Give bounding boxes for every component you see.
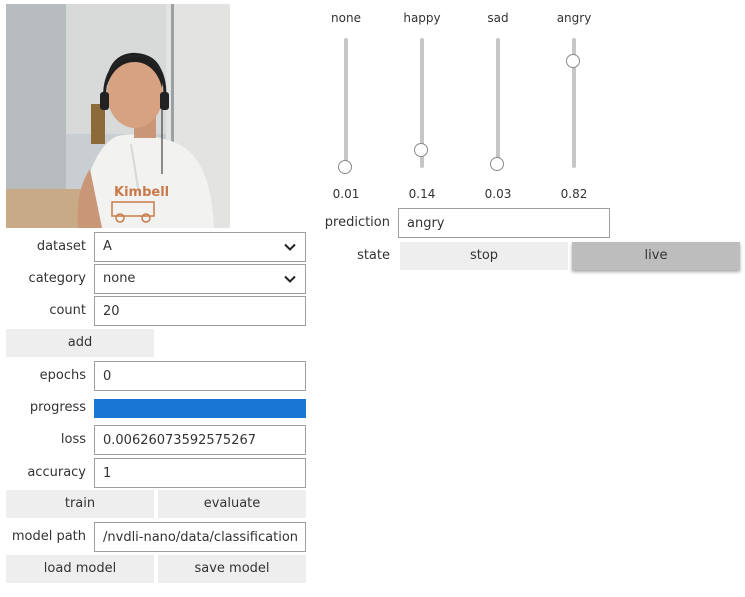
slider-name: angry xyxy=(556,11,592,25)
prediction-label: prediction xyxy=(324,215,390,230)
state-label: state xyxy=(357,248,390,263)
slider-value: 0.01 xyxy=(332,187,360,201)
load-model-button[interactable]: load model xyxy=(6,555,154,583)
save-model-button[interactable]: save model xyxy=(158,555,306,583)
model-path-row: model path xyxy=(6,522,306,552)
epochs-row: epochs xyxy=(6,361,306,391)
category-select[interactable]: none xyxy=(94,264,306,294)
progress-bar xyxy=(94,399,306,418)
dataset-label: dataset xyxy=(36,239,86,254)
slider-value: 0.82 xyxy=(560,187,588,201)
category-value: none xyxy=(103,271,136,286)
count-input[interactable] xyxy=(94,296,306,326)
loss-input[interactable] xyxy=(94,425,306,455)
progress-row: progress xyxy=(6,393,306,423)
slider-name: sad xyxy=(487,11,509,25)
prediction-input[interactable] xyxy=(398,208,610,238)
slider-knob[interactable] xyxy=(338,159,352,174)
camera-feed: Kimbell xyxy=(6,4,230,228)
slider-none: none 0.01 xyxy=(316,10,376,205)
count-row: count xyxy=(6,296,306,326)
slider-value: 0.14 xyxy=(408,187,436,201)
slider-name: none xyxy=(331,11,361,25)
slider-track[interactable] xyxy=(344,38,348,168)
chevron-down-icon xyxy=(284,243,296,251)
progress-bar-fill xyxy=(94,399,306,418)
slider-value: 0.03 xyxy=(484,187,512,201)
loss-label: loss xyxy=(60,432,86,447)
progress-label: progress xyxy=(29,400,86,415)
count-label: count xyxy=(49,303,86,318)
stop-button[interactable]: stop xyxy=(400,242,568,270)
category-label: category xyxy=(28,271,86,286)
slider-knob[interactable] xyxy=(414,142,428,157)
slider-happy: happy 0.14 xyxy=(392,10,452,205)
slider-sad: sad 0.03 xyxy=(468,10,528,205)
train-button[interactable]: train xyxy=(6,490,154,518)
slider-knob[interactable] xyxy=(490,157,504,172)
dataset-row: dataset A xyxy=(6,232,306,262)
epochs-label: epochs xyxy=(39,368,86,383)
model-path-label: model path xyxy=(11,529,86,544)
slider-knob[interactable] xyxy=(566,54,580,69)
slider-angry: angry 0.82 xyxy=(544,10,604,205)
slider-name: happy xyxy=(403,11,441,25)
accuracy-input[interactable] xyxy=(94,458,306,488)
loss-row: loss xyxy=(6,425,306,455)
chevron-down-icon xyxy=(284,275,296,283)
add-button[interactable]: add xyxy=(6,329,154,357)
model-path-input[interactable] xyxy=(94,522,306,552)
epochs-input[interactable] xyxy=(94,361,306,391)
dataset-select[interactable]: A xyxy=(94,232,306,262)
accuracy-label: accuracy xyxy=(27,465,86,480)
accuracy-row: accuracy xyxy=(6,458,306,488)
evaluate-button[interactable]: evaluate xyxy=(158,490,306,518)
slider-track[interactable] xyxy=(496,38,500,168)
shirt-text: Kimbell xyxy=(114,185,169,200)
dataset-value: A xyxy=(103,239,112,254)
category-row: category none xyxy=(6,264,306,294)
live-button[interactable]: live xyxy=(572,242,740,270)
